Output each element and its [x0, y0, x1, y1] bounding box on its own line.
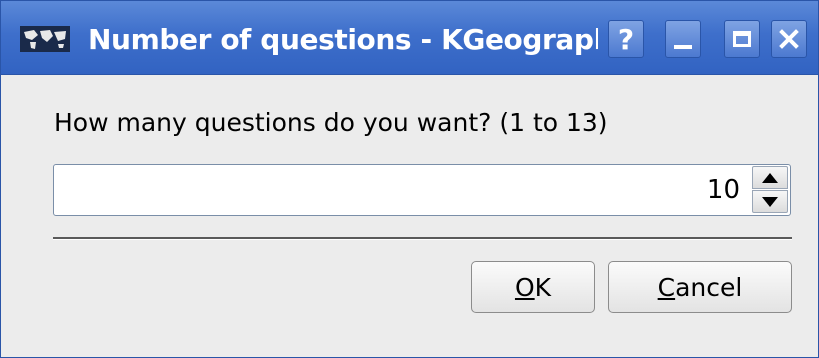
maximize-icon	[733, 31, 751, 47]
question-count-spinbox[interactable]: 10	[53, 164, 791, 216]
ok-button[interactable]: OK	[471, 261, 595, 313]
spinbox-value[interactable]: 10	[707, 165, 740, 215]
ok-label: K	[534, 272, 552, 302]
separator	[53, 237, 792, 240]
window-title: Number of questions - KGeograpl	[88, 23, 598, 56]
world-map-icon[interactable]	[20, 26, 70, 52]
dialog-content: How many questions do you want? (1 to 13…	[1, 75, 818, 357]
ok-mnemonic: O	[514, 272, 535, 302]
help-button[interactable]: ?	[608, 20, 644, 58]
prompt-label: How many questions do you want? (1 to 13…	[54, 108, 608, 137]
cancel-label: ancel	[675, 272, 743, 302]
spin-up-button[interactable]	[752, 166, 788, 189]
spin-down-button[interactable]	[752, 190, 788, 213]
minimize-icon	[674, 45, 692, 49]
title-bar[interactable]: Number of questions - KGeograpl ?	[1, 1, 818, 75]
close-icon	[779, 29, 799, 49]
dialog-window: Number of questions - KGeograpl ? How ma…	[0, 0, 819, 358]
help-icon: ?	[617, 22, 635, 56]
close-button[interactable]	[771, 20, 807, 58]
minimize-button[interactable]	[665, 20, 701, 58]
arrow-down-icon	[762, 196, 778, 207]
cancel-button[interactable]: Cancel	[608, 261, 792, 313]
maximize-button[interactable]	[724, 20, 760, 58]
cancel-mnemonic: C	[657, 272, 676, 302]
arrow-up-icon	[762, 172, 778, 183]
